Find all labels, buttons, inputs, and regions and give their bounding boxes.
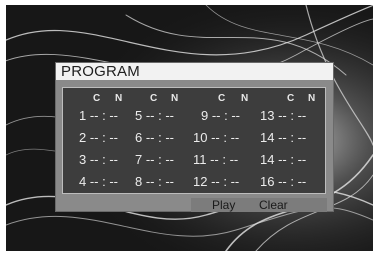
program-slot[interactable]: 4 -- : --: [79, 172, 118, 192]
screen: PROGRAM C N C N C N C N 1 -- : -- 5 -- :…: [0, 0, 378, 257]
column-header-c: C: [93, 93, 101, 104]
program-row: 4 -- : -- 8 -- : -- 12 -- : -- 16 -- : -…: [63, 172, 325, 192]
column-header-n: N: [171, 93, 179, 104]
tv-display: PROGRAM C N C N C N C N 1 -- : -- 5 -- :…: [6, 5, 373, 251]
program-slot[interactable]: 13 -- : --: [260, 106, 306, 126]
program-slot[interactable]: 3 -- : --: [79, 150, 118, 170]
program-row: 2 -- : -- 6 -- : -- 10 -- : -- 14 -- : -…: [63, 128, 325, 148]
program-slot[interactable]: 7 -- : --: [135, 150, 174, 170]
clear-button[interactable]: Clear: [259, 197, 288, 213]
column-header-c: C: [287, 93, 295, 104]
program-slot[interactable]: 8 -- : --: [135, 172, 174, 192]
column-header-n: N: [308, 93, 316, 104]
column-header-c: C: [150, 93, 158, 104]
program-slot[interactable]: 14 -- : --: [260, 128, 306, 148]
program-slot[interactable]: 14 -- : --: [260, 150, 306, 170]
program-slot[interactable]: 12 -- : --: [193, 172, 239, 192]
program-slot[interactable]: 2 -- : --: [79, 128, 118, 148]
play-button[interactable]: Play: [212, 197, 235, 213]
program-row: 1 -- : -- 5 -- : -- 9 -- : -- 13 -- : --: [63, 106, 325, 126]
program-slot[interactable]: 9 -- : --: [201, 106, 240, 126]
column-header-c: C: [218, 93, 226, 104]
program-slot[interactable]: 1 -- : --: [79, 106, 118, 126]
column-header-n: N: [241, 93, 249, 104]
program-row: 3 -- : -- 7 -- : -- 11 -- : -- 14 -- : -…: [63, 150, 325, 170]
program-dialog: PROGRAM C N C N C N C N 1 -- : -- 5 -- :…: [55, 62, 334, 212]
program-grid: C N C N C N C N 1 -- : -- 5 -- : -- 9 --…: [62, 87, 326, 194]
program-slot[interactable]: 16 -- : --: [260, 172, 306, 192]
program-slot[interactable]: 11 -- : --: [193, 150, 238, 170]
program-slot[interactable]: 10 -- : --: [193, 128, 239, 148]
column-header-n: N: [115, 93, 123, 104]
program-slot[interactable]: 6 -- : --: [135, 128, 174, 148]
dialog-title: PROGRAM: [56, 63, 333, 80]
program-slot[interactable]: 5 -- : --: [135, 106, 174, 126]
dialog-footer: Play Clear: [191, 198, 327, 212]
